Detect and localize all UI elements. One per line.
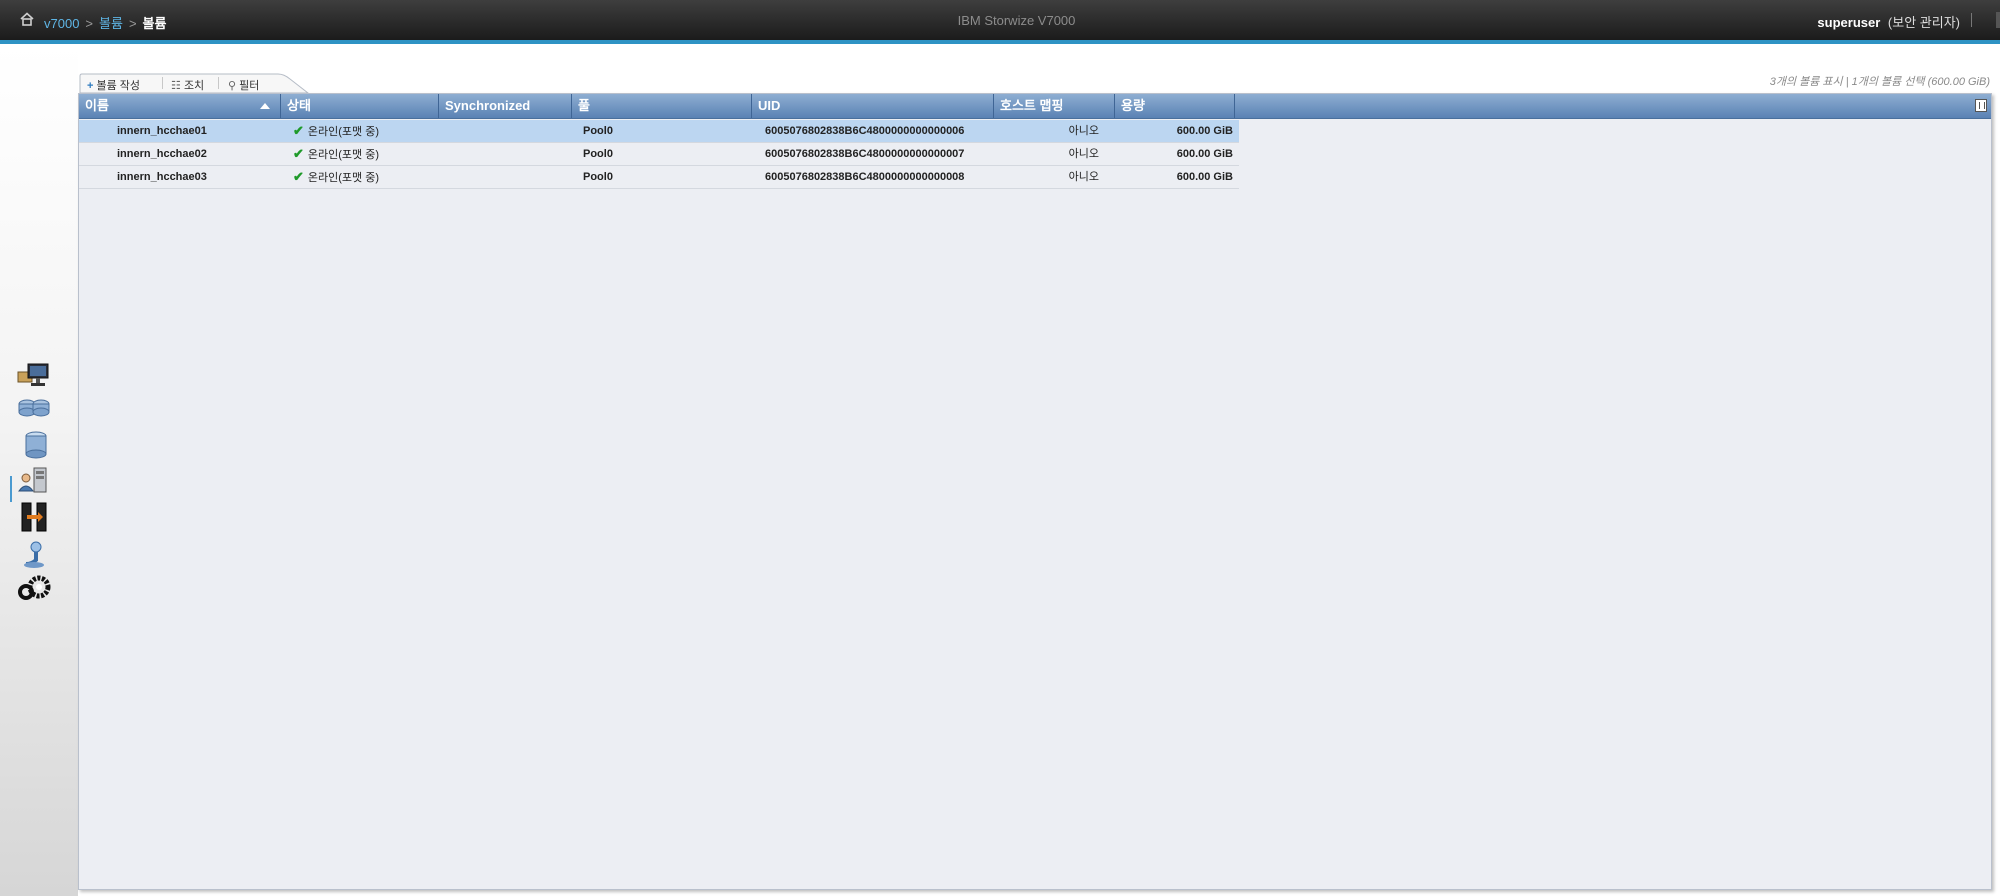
copy-services-icon[interactable]: [14, 501, 54, 533]
column-header-name[interactable]: 이름: [79, 94, 281, 118]
column-header-pool[interactable]: 풀: [572, 94, 752, 118]
actions-menu-button[interactable]: ☷ 조치: [171, 77, 204, 93]
column-header-label: Synchronized: [445, 98, 531, 113]
column-header-label: 용량: [1121, 98, 1145, 113]
volume-pool: Pool0: [583, 148, 613, 160]
filter-label: 필터: [239, 80, 260, 92]
volume-status: ✔ 온라인(포맷 중): [293, 166, 379, 188]
column-header-capacity[interactable]: 용량: [1115, 94, 1235, 118]
volume-uid: 6005076802838B6C4800000000000006: [765, 125, 965, 137]
column-header-label: 풀: [578, 98, 590, 113]
volume-host-mapping: 아니오: [1068, 171, 1099, 183]
user-name: superuser: [1817, 15, 1881, 30]
volume-status-text: 온라인(포맷 중): [307, 149, 380, 161]
access-icon[interactable]: [14, 538, 54, 570]
user-menu[interactable]: superuser (보안 관리자): [1817, 12, 1960, 31]
column-header-label: 상태: [287, 98, 311, 113]
volume-pool: Pool0: [583, 125, 613, 137]
pools-icon[interactable]: [14, 394, 54, 426]
help-menu-edge[interactable]: [1996, 12, 2000, 28]
hosts-icon[interactable]: [14, 465, 54, 497]
volume-status: ✔ 온라인(포맷 중): [293, 120, 379, 142]
create-volume-button[interactable]: + 볼륨 작성: [87, 77, 140, 93]
list-icon: ☷: [171, 80, 181, 92]
column-header-label: UID: [758, 98, 781, 113]
user-role: (보안 관리자): [1887, 15, 1960, 30]
create-volume-label: 볼륨 작성: [96, 80, 141, 92]
volume-status: ✔ 온라인(포맷 중): [293, 143, 379, 165]
column-header-synchronized[interactable]: Synchronized: [439, 94, 572, 118]
settings-icon[interactable]: [14, 572, 54, 604]
column-header-label: 호스트 맵핑: [1000, 98, 1064, 113]
volume-name: innern_hcchae03: [117, 171, 207, 183]
column-header-uid[interactable]: UID: [752, 94, 994, 118]
checkmark-icon: ✔: [293, 169, 304, 184]
volume-uid: 6005076802838B6C4800000000000008: [765, 171, 965, 183]
toolbar-separator: [162, 77, 163, 89]
selection-summary: 3개의 볼륨 표시 | 1개의 볼륨 선택 (600.00 GiB): [1769, 76, 1990, 88]
monitoring-icon[interactable]: [14, 360, 54, 392]
volume-name: innern_hcchae01: [117, 125, 207, 137]
actions-label: 조치: [183, 80, 205, 92]
left-navigation: [0, 44, 78, 896]
column-header-host-mapping[interactable]: 호스트 맵핑: [994, 94, 1115, 118]
breadcrumb-system[interactable]: v7000: [44, 16, 79, 31]
volume-capacity: 600.00 GiB: [1176, 148, 1233, 160]
home-icon[interactable]: [20, 12, 34, 26]
grid-header: 이름 상태 Synchronized 풀 UID 호스트 맵핑 용량: [79, 94, 1991, 119]
search-icon: ⚲: [228, 80, 237, 92]
volume-uid: 6005076802838B6C4800000000000007: [765, 148, 965, 160]
volume-capacity: 600.00 GiB: [1176, 171, 1233, 183]
volume-capacity: 600.00 GiB: [1176, 125, 1233, 137]
volumes-grid: 이름 상태 Synchronized 풀 UID 호스트 맵핑 용량 inner…: [78, 93, 1992, 890]
table-row[interactable]: innern_hcchae03 ✔ 온라인(포맷 중) Pool0 6005076…: [79, 166, 1239, 189]
toolbar-separator: [218, 77, 219, 89]
volume-host-mapping: 아니오: [1068, 125, 1099, 137]
checkmark-icon: ✔: [293, 123, 304, 138]
column-config-icon[interactable]: [1975, 99, 1987, 112]
header-divider: [1971, 13, 1972, 27]
table-row[interactable]: innern_hcchae01 ✔ 온라인(포맷 중) Pool0 6005076…: [79, 120, 1239, 143]
breadcrumb-current: 볼륨: [142, 16, 167, 31]
breadcrumb-volumes-section[interactable]: 볼륨: [99, 16, 123, 31]
volumes-icon[interactable]: [14, 429, 54, 461]
volume-host-mapping: 아니오: [1068, 148, 1099, 160]
sort-ascending-icon: [260, 103, 270, 109]
top-bar: v7000 > 볼륨 > 볼륨 IBM Storwize V7000 superuser…: [0, 0, 2000, 44]
volume-toolbar: + 볼륨 작성 ☷ 조치 ⚲ 필터: [78, 73, 310, 94]
column-header-status[interactable]: 상태: [281, 94, 439, 118]
column-header-label: 이름: [85, 98, 109, 113]
app-title: IBM Storwize V7000: [957, 13, 1076, 28]
filter-button[interactable]: ⚲ 필터: [228, 77, 259, 93]
volume-pool: Pool0: [583, 171, 613, 183]
plus-icon: +: [87, 80, 94, 92]
volume-status-text: 온라인(포맷 중): [307, 126, 380, 138]
volume-name: innern_hcchae02: [117, 148, 207, 160]
checkmark-icon: ✔: [293, 146, 304, 161]
volume-status-text: 온라인(포맷 중): [307, 172, 380, 184]
breadcrumb-separator: >: [128, 16, 137, 31]
table-row[interactable]: innern_hcchae02 ✔ 온라인(포맷 중) Pool0 6005076…: [79, 143, 1239, 166]
nav-active-indicator: [10, 476, 12, 502]
breadcrumb: v7000 > 볼륨 > 볼륨: [44, 13, 166, 32]
breadcrumb-separator: >: [85, 16, 94, 31]
